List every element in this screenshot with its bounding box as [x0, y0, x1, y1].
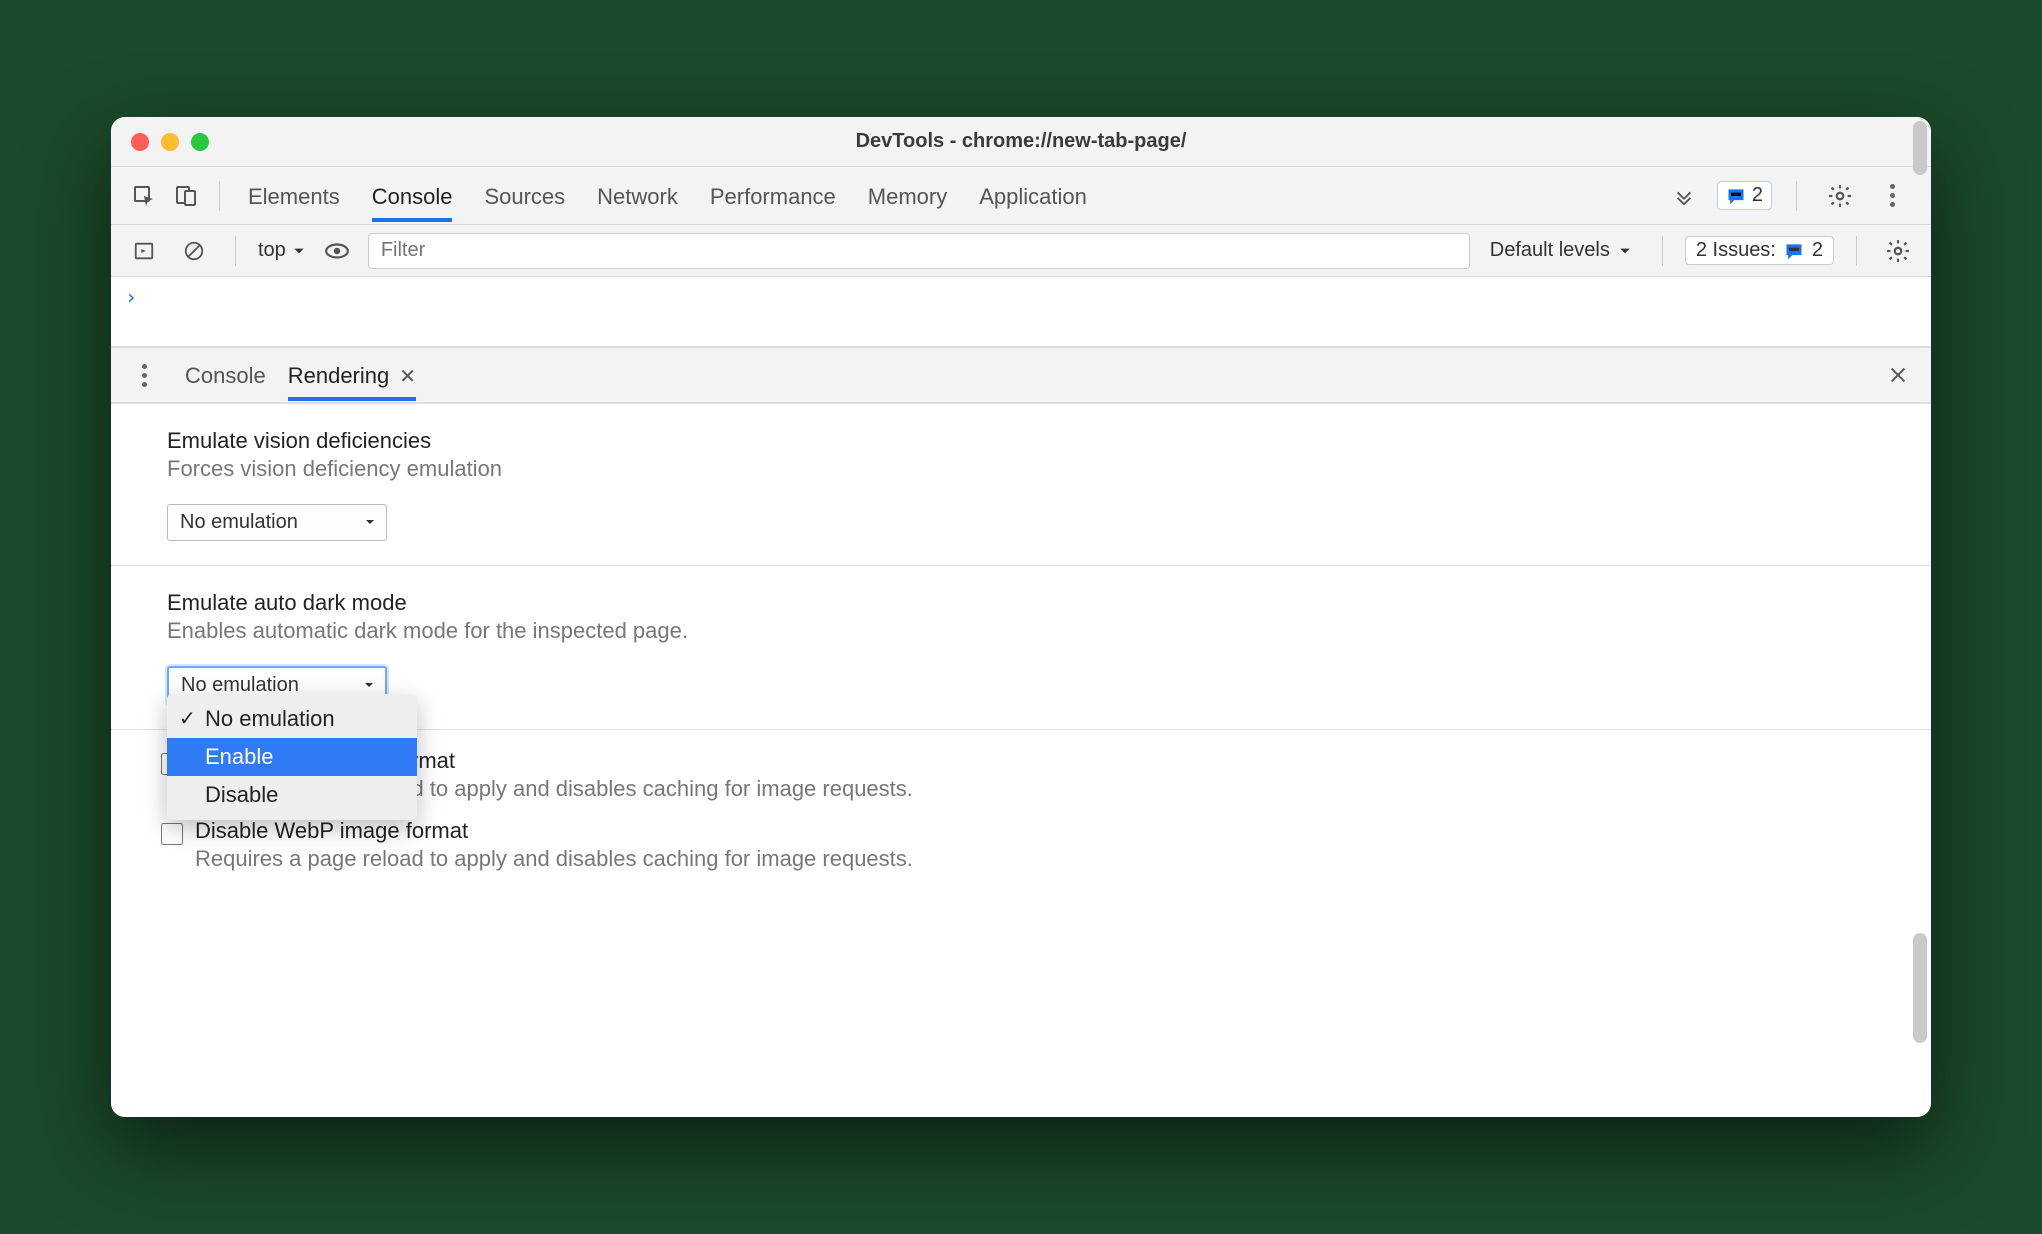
divider: [235, 236, 236, 266]
section-title: Emulate auto dark mode: [167, 590, 1875, 616]
divider: [1662, 236, 1663, 266]
console-input-area[interactable]: ›: [111, 277, 1931, 347]
message-icon: [1784, 241, 1804, 261]
log-levels-select[interactable]: Default levels: [1482, 239, 1640, 262]
scrollbar[interactable]: [1913, 933, 1927, 1043]
option-no-emulation[interactable]: No emulation: [167, 700, 417, 738]
scrollbar[interactable]: [1913, 121, 1927, 175]
tab-application[interactable]: Application: [979, 170, 1087, 222]
divider: [219, 181, 220, 211]
inspect-element-icon[interactable]: [125, 177, 163, 215]
divider: [1856, 236, 1857, 266]
auto-dark-mode-dropdown[interactable]: No emulation Enable Disable: [167, 694, 417, 820]
clear-console-icon[interactable]: [175, 232, 213, 270]
message-icon: [1726, 186, 1746, 206]
close-tab-icon[interactable]: ✕: [399, 364, 416, 389]
option-enable[interactable]: Enable: [167, 738, 417, 776]
issues-label: 2 Issues:: [1696, 239, 1776, 262]
settings-icon[interactable]: [1821, 177, 1859, 215]
toggle-sidebar-icon[interactable]: [125, 232, 163, 270]
disable-webp-checkbox[interactable]: [161, 823, 183, 845]
disable-webp-row: Disable WebP image format Requires a pag…: [141, 818, 1875, 872]
context-value: top: [258, 239, 286, 262]
close-drawer-icon[interactable]: [1879, 356, 1917, 394]
checkbox-desc: Requires a page reload to apply and disa…: [195, 846, 913, 872]
devtools-window: DevTools - chrome://new-tab-page/ Elemen…: [111, 117, 1931, 1117]
section-vision-deficiencies: Emulate vision deficiencies Forces visio…: [111, 403, 1931, 566]
more-tabs-icon[interactable]: [1665, 177, 1703, 215]
toggle-device-toolbar-icon[interactable]: [167, 177, 205, 215]
console-prompt: ›: [125, 285, 137, 309]
divider: [1796, 181, 1797, 211]
drawer-tab-console[interactable]: Console: [185, 349, 266, 401]
main-tab-right-controls: 2: [1665, 177, 1911, 215]
tab-sources[interactable]: Sources: [484, 170, 565, 222]
console-toolbar: top Default levels 2 Issues: 2: [111, 225, 1931, 277]
drawer-tab-rendering[interactable]: Rendering ✕: [288, 349, 416, 401]
vision-deficiency-select[interactable]: No emulation: [167, 504, 387, 541]
option-disable[interactable]: Disable: [167, 776, 417, 814]
messages-count: 2: [1752, 184, 1763, 207]
tab-console[interactable]: Console: [372, 170, 453, 222]
context-select[interactable]: top: [258, 239, 306, 262]
caret-down-icon: [1618, 244, 1632, 258]
tab-network[interactable]: Network: [597, 170, 678, 222]
drawer-tab-bar: Console Rendering ✕: [111, 347, 1931, 403]
tab-memory[interactable]: Memory: [868, 170, 947, 222]
section-desc: Forces vision deficiency emulation: [167, 456, 1875, 482]
rendering-panel: Emulate vision deficiencies Forces visio…: [111, 403, 1931, 1117]
issues-count: 2: [1812, 239, 1823, 262]
tab-performance[interactable]: Performance: [710, 170, 836, 222]
messages-badge[interactable]: 2: [1717, 181, 1772, 210]
console-settings-icon[interactable]: [1879, 232, 1917, 270]
section-desc: Enables automatic dark mode for the insp…: [167, 618, 1875, 644]
section-auto-dark-mode: Emulate auto dark mode Enables automatic…: [111, 566, 1931, 730]
caret-down-icon: [292, 244, 306, 258]
caret-down-icon: [364, 511, 376, 534]
drawer-more-icon[interactable]: [125, 356, 163, 394]
more-options-icon[interactable]: [1873, 177, 1911, 215]
checkbox-title: Disable WebP image format: [195, 818, 913, 844]
tab-elements[interactable]: Elements: [248, 170, 340, 222]
main-tabs: Elements Console Sources Network Perform…: [248, 170, 1661, 222]
main-tab-bar: Elements Console Sources Network Perform…: [111, 167, 1931, 225]
section-title: Emulate vision deficiencies: [167, 428, 1875, 454]
zoom-window-button[interactable]: [191, 133, 209, 151]
levels-value: Default levels: [1490, 239, 1610, 262]
live-expression-icon[interactable]: [318, 232, 356, 270]
titlebar: DevTools - chrome://new-tab-page/: [111, 117, 1931, 167]
traffic-lights: [111, 133, 209, 151]
filter-input[interactable]: [368, 233, 1470, 269]
close-window-button[interactable]: [131, 133, 149, 151]
minimize-window-button[interactable]: [161, 133, 179, 151]
issues-badge[interactable]: 2 Issues: 2: [1685, 236, 1834, 265]
select-value: No emulation: [180, 511, 298, 534]
window-title: DevTools - chrome://new-tab-page/: [111, 130, 1931, 153]
